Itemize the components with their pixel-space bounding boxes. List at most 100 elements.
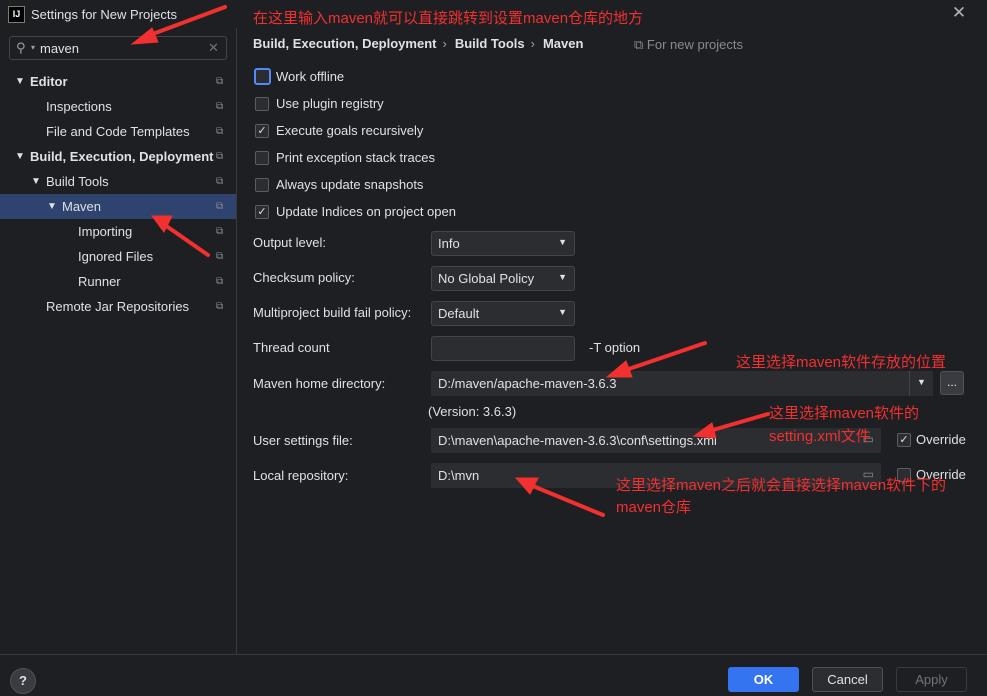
thread-count-hint: -T option [589,340,641,355]
window-title: Settings for New Projects [31,7,177,22]
help-button[interactable]: ? [10,668,36,694]
sidebar-item-label: Importing [78,224,133,239]
search-history-icon[interactable]: ▾ [31,43,35,52]
project-settings-icon: ⧉ [216,151,224,162]
sidebar-item-label: Inspections [46,99,112,114]
cancel-button[interactable]: Cancel [812,667,883,692]
expand-arrow-icon[interactable]: ▼ [47,194,57,219]
sidebar-item-runner[interactable]: Runner ⧉ [0,269,236,294]
checkbox-box[interactable]: ✓ [897,433,911,447]
sidebar-item-label: Maven [62,199,102,214]
project-settings-icon: ⧉ [216,176,224,187]
checkbox-label: Work offline [276,69,345,84]
annotation-repo-tip-1: 这里选择maven之后就会直接选择maven软件下的 [616,477,947,494]
checkbox-label: Use plugin registry [276,96,384,111]
fail-policy-label: Multiproject build fail policy: [253,305,412,320]
checksum-policy-label: Checksum policy: [253,270,355,285]
project-settings-icon: ⧉ [216,251,224,262]
checkbox-box[interactable] [255,178,269,192]
checkbox-box[interactable] [255,151,269,165]
apply-button[interactable]: Apply [896,667,967,692]
annotation-home-tip: 这里选择maven软件存放的位置 [736,354,947,371]
maven-version: (Version: 3.6.3) [428,404,517,419]
chevron-down-icon: ▼ [558,272,567,282]
local-repo-label: Local repository: [253,468,349,483]
expand-arrow-icon[interactable]: ▼ [15,69,25,94]
project-settings-icon: ⧉ [216,276,224,287]
close-icon[interactable]: ✕ [950,4,968,22]
sidebar-item-label: File and Code Templates [46,124,190,139]
user-settings-label: User settings file: [253,433,353,448]
sidebar-item-build-tools[interactable]: ▼ Build Tools ⧉ [0,169,236,194]
project-settings-icon: ⧉ [216,226,224,237]
annotation-settings-tip-1: 这里选择maven软件的 [769,405,920,422]
sidebar-item-label: Remote Jar Repositories [46,299,190,314]
browse-button[interactable]: ... [940,371,964,395]
sidebar-item-label: Ignored Files [78,249,154,264]
search-input[interactable] [40,39,200,57]
sidebar-item-importing[interactable]: Importing ⧉ [0,219,236,244]
clear-search-icon[interactable]: ✕ [208,40,219,56]
thread-count-input[interactable] [431,336,575,361]
sidebar-item-label: Editor [30,74,68,89]
sidebar-item-maven[interactable]: ▼ Maven ⧉ [0,194,236,219]
output-level-label: Output level: [253,235,326,250]
checkbox-box[interactable] [255,97,269,111]
annotation-arrow [526,482,605,517]
annotation-search-tip: 在这里输入maven就可以直接跳转到设置maven仓库的地方 [253,10,644,27]
annotation-settings-tip-2: setting.xml文件 [769,428,871,445]
breadcrumb-item: Maven [542,36,584,51]
chevron-down-icon: ▼ [558,237,567,247]
sidebar-item-label: Build, Execution, Deployment [30,149,214,164]
project-settings-icon: ⧉ [216,126,224,137]
sidebar-item-label: Runner [78,274,121,289]
sidebar-item-ignored-files[interactable]: Ignored Files ⧉ [0,244,236,269]
sidebar-item-remote-jar[interactable]: Remote Jar Repositories ⧉ [0,294,236,319]
project-settings-icon: ⧉ [216,301,224,312]
fail-policy-select[interactable]: Default ▼ [431,301,575,326]
sidebar-item-label: Build Tools [46,174,109,189]
checkbox-box[interactable] [254,68,271,85]
project-settings-icon: ⧉ [216,201,224,212]
output-level-select[interactable]: Info ▼ [431,231,575,256]
app-logo: IJ [8,6,25,23]
select-value: Default [438,306,480,321]
checkbox-label: Always update snapshots [276,177,424,192]
checkbox-box[interactable]: ✓ [255,205,269,219]
sidebar-item-editor[interactable]: ▼ Editor ⧉ [0,69,236,94]
scope-label: ⧉ For new projects [634,37,743,53]
expand-arrow-icon[interactable]: ▼ [31,169,41,194]
expand-arrow-icon[interactable]: ▼ [15,144,25,169]
select-value: Info [438,236,460,251]
sidebar-item-inspections[interactable]: Inspections ⧉ [0,94,236,119]
chevron-down-icon: ▼ [558,307,567,317]
checkbox-box[interactable]: ✓ [255,124,269,138]
project-settings-icon: ⧉ [216,76,224,87]
select-value: No Global Policy [438,271,535,286]
maven-home-label: Maven home directory: [253,376,386,391]
maven-home-select[interactable]: D:/maven/apache-maven-3.6.3 [431,371,933,396]
breadcrumb-item[interactable]: Build, Execution, Deployment [253,36,436,51]
settings-search-field[interactable]: ⚲ ▾ ✕ [9,36,227,60]
checkbox-label: Print exception stack traces [276,150,435,165]
maven-home-dropdown[interactable]: ▼ [909,371,933,396]
breadcrumb-separator: › [442,36,447,51]
checksum-policy-select[interactable]: No Global Policy ▼ [431,266,575,291]
field-value: D:\maven\apache-maven-3.6.3\conf\setting… [438,433,717,448]
breadcrumb-separator: › [530,36,535,51]
checkbox-label: Execute goals recursively [276,123,424,138]
checkbox-label: Override [916,432,966,447]
ok-button[interactable]: OK [728,667,799,692]
sidebar-item-build-execution[interactable]: ▼ Build, Execution, Deployment ⧉ [0,144,236,169]
scope-text: For new projects [646,37,744,52]
sidebar-item-file-templates[interactable]: File and Code Templates ⧉ [0,119,236,144]
project-settings-icon: ⧉ [634,37,644,52]
bottom-divider [0,654,987,655]
breadcrumb: Build, Execution, Deployment › Build Tools… [253,36,589,51]
chevron-down-icon: ▼ [917,377,926,387]
field-value: D:\mvn [438,468,480,483]
checkbox-label: Update Indices on project open [276,204,456,219]
search-icon: ⚲ [16,40,26,55]
breadcrumb-item[interactable]: Build Tools [455,36,525,51]
sidebar-divider[interactable] [236,28,237,654]
